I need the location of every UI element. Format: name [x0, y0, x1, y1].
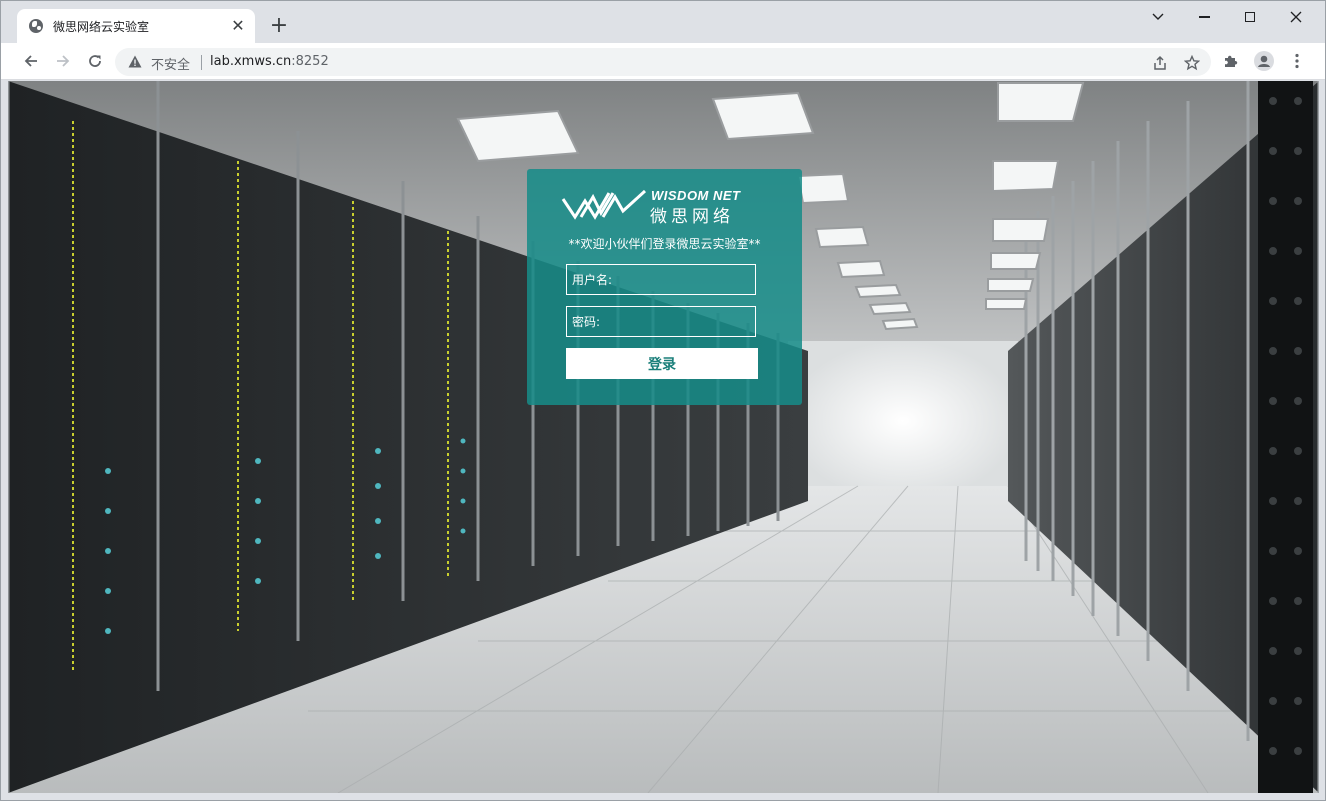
- tab-strip: 微思网络云实验室 ✕ +: [1, 1, 1325, 43]
- share-icon[interactable]: [1149, 52, 1171, 74]
- tab-active[interactable]: 微思网络云实验室 ✕: [17, 9, 255, 43]
- maximize-button[interactable]: [1227, 5, 1273, 29]
- warning-icon[interactable]: [128, 55, 142, 68]
- security-label[interactable]: 不安全: [151, 54, 190, 73]
- more-menu-icon[interactable]: [1285, 49, 1309, 73]
- browser-toolbar: 不安全 lab.xmws.cn:8252: [1, 43, 1325, 80]
- minimize-button[interactable]: [1181, 5, 1227, 29]
- bookmark-star-icon[interactable]: [1181, 52, 1203, 74]
- maximize-icon: [1245, 12, 1255, 22]
- back-button[interactable]: [18, 48, 44, 74]
- login-card: WISDOM NET 微思网络 **欢迎小伙伴们登录微思云实验室** 登录: [527, 169, 802, 405]
- tab-title: 微思网络云实验室: [53, 20, 150, 34]
- login-button[interactable]: 登录: [566, 348, 758, 379]
- minimize-icon: [1198, 16, 1210, 18]
- url-text[interactable]: lab.xmws.cn:8252: [210, 54, 329, 69]
- reload-icon: [89, 55, 101, 67]
- browser-window: 微思网络云实验室 ✕ + 不安全 lab.xmws.cn:8252 WISDOM…: [0, 0, 1326, 801]
- close-window-button[interactable]: [1273, 5, 1319, 29]
- logo-text-cn: 微思网络: [650, 207, 734, 227]
- arrow-left-icon: [24, 55, 37, 67]
- url-port: :8252: [291, 54, 329, 69]
- tab-close-icon[interactable]: ✕: [229, 17, 247, 35]
- logo-text-en: WISDOM NET: [651, 188, 741, 203]
- reload-button[interactable]: [82, 48, 108, 74]
- tab-search-chevron-icon[interactable]: [1135, 5, 1181, 29]
- wave-logo-icon: [561, 189, 647, 220]
- globe-icon: [29, 19, 43, 33]
- page-viewport: WISDOM NET 微思网络 **欢迎小伙伴们登录微思云实验室** 登录: [8, 81, 1319, 793]
- username-input[interactable]: [566, 264, 756, 295]
- arrow-right-icon: [57, 55, 70, 67]
- welcome-message: **欢迎小伙伴们登录微思云实验室**: [568, 237, 761, 251]
- extensions-puzzle-icon[interactable]: [1219, 49, 1243, 73]
- divider: [201, 55, 202, 70]
- address-bar[interactable]: 不安全 lab.xmws.cn:8252: [115, 48, 1211, 76]
- profile-avatar-icon[interactable]: [1252, 49, 1276, 73]
- close-icon: [1290, 11, 1302, 23]
- url-host: lab.xmws.cn: [210, 54, 292, 69]
- password-input[interactable]: [566, 306, 756, 337]
- wisdom-net-logo: WISDOM NET 微思网络: [561, 187, 766, 227]
- new-tab-button[interactable]: +: [267, 14, 291, 38]
- forward-button[interactable]: [50, 48, 76, 74]
